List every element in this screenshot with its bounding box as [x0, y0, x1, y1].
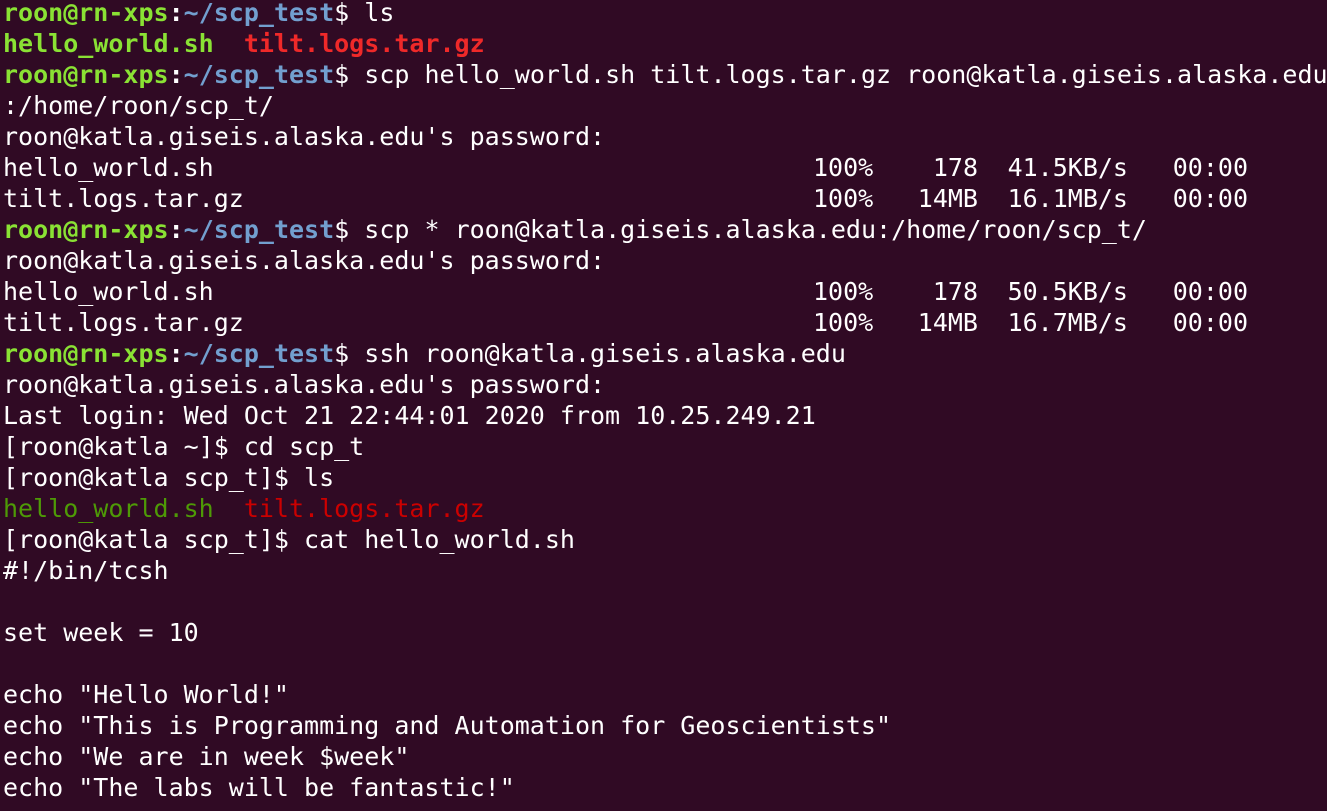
prompt-dollar: $ [334, 60, 350, 89]
prompt-colon: : [168, 215, 184, 244]
prompt-user-host: roon@rn-xps [3, 0, 169, 27]
transfer-rate: 16.1MB/s [1007, 184, 1128, 213]
transfer-time: 00:00 [1172, 308, 1248, 337]
prompt-path: ~/scp_test [183, 339, 335, 368]
prompt-colon: : [168, 339, 184, 368]
file-content-line: echo "This is Programming and Automation… [3, 711, 892, 740]
transfer-size: 14MB [917, 308, 978, 337]
last-login-line: Last login: Wed Oct 21 22:44:01 2020 fro… [3, 401, 816, 430]
prompt-user-host: roon@rn-xps [3, 60, 169, 89]
transfer-rate: 50.5KB/s [1007, 277, 1128, 306]
transfer-size: 178 [932, 277, 978, 306]
file-content-line [3, 586, 1327, 617]
terminal-line-prompt: roon@rn-xps:~/scp_test$ scp hello_world.… [3, 59, 1327, 90]
transfer-line: hello_world.sh 100% 178 50.5KB/s 00:00 [3, 276, 1327, 307]
command-text: scp * roon@katla.giseis.alaska.edu:/home… [349, 215, 1147, 244]
prompt-path: ~/scp_test [183, 215, 335, 244]
transfer-time: 00:00 [1172, 184, 1248, 213]
transfer-rate: 16.7MB/s [1007, 308, 1128, 337]
transfer-percent: 100% [813, 153, 874, 182]
password-prompt: roon@katla.giseis.alaska.edu's password: [3, 122, 621, 151]
command-text: scp hello_world.sh tilt.logs.tar.gz roon… [349, 60, 1327, 89]
password-prompt: roon@katla.giseis.alaska.edu's password: [3, 246, 621, 275]
transfer-percent: 100% [813, 308, 874, 337]
prompt-colon: : [168, 60, 184, 89]
archive-file: tilt.logs.tar.gz [243, 494, 485, 523]
transfer-file: tilt.logs.tar.gz [3, 308, 244, 337]
file-content-line [3, 648, 1327, 679]
separator [214, 29, 244, 58]
remote-prompt-line: [roon@katla scp_t]$ ls [3, 463, 335, 492]
terminal-line-prompt: roon@rn-xps:~/scp_test$ scp * roon@katla… [3, 214, 1327, 245]
prompt-user-host: roon@rn-xps [3, 339, 169, 368]
terminal-line-prompt: roon@rn-xps:~/scp_test$ ssh roon@katla.g… [3, 338, 1327, 369]
command-text: ssh roon@katla.giseis.alaska.edu [349, 339, 846, 368]
file-content-line: echo "We are in week $week" [3, 742, 410, 771]
ls-output: hello_world.sh tilt.logs.tar.gz [3, 493, 1327, 524]
ls-output: hello_world.sh tilt.logs.tar.gz [3, 28, 1327, 59]
prompt-path: ~/scp_test [183, 60, 335, 89]
output-line: :/home/roon/scp_t/ [3, 91, 274, 120]
file-content-line: echo "Hello World!" [3, 680, 289, 709]
file-content-line: #!/bin/tcsh [3, 556, 169, 585]
remote-prompt-line: [roon@katla ~]$ cd scp_t [3, 432, 365, 461]
transfer-rate: 41.5KB/s [1007, 153, 1128, 182]
transfer-time: 00:00 [1172, 277, 1248, 306]
transfer-percent: 100% [813, 184, 874, 213]
terminal-window[interactable]: roon@rn-xps:~/scp_test$ ls hello_world.s… [0, 0, 1327, 811]
password-prompt: roon@katla.giseis.alaska.edu's password: [3, 370, 621, 399]
transfer-percent: 100% [813, 277, 874, 306]
file-content-line: echo "The labs will be fantastic!" [3, 773, 515, 802]
transfer-file: tilt.logs.tar.gz [3, 184, 244, 213]
prompt-dollar: $ [334, 0, 350, 27]
prompt-dollar: $ [334, 339, 350, 368]
transfer-line: tilt.logs.tar.gz 100% 14MB 16.1MB/s 00:00 [3, 183, 1327, 214]
prompt-dollar: $ [334, 215, 350, 244]
separator [214, 494, 244, 523]
executable-file: hello_world.sh [3, 29, 214, 58]
prompt-path: ~/scp_test [183, 0, 335, 27]
transfer-line: tilt.logs.tar.gz 100% 14MB 16.7MB/s 00:00 [3, 307, 1327, 338]
prompt-colon: : [168, 0, 184, 27]
remote-prompt-line: [roon@katla scp_t]$ cat hello_world.sh [3, 525, 575, 554]
command-text: ls [349, 0, 395, 27]
transfer-file: hello_world.sh [3, 277, 214, 306]
transfer-size: 178 [932, 153, 978, 182]
file-content-line: set week = 10 [3, 618, 199, 647]
archive-file: tilt.logs.tar.gz [243, 29, 485, 58]
executable-file: hello_world.sh [3, 494, 214, 523]
prompt-user-host: roon@rn-xps [3, 215, 169, 244]
terminal-line-prompt: roon@rn-xps:~/scp_test$ ls [3, 0, 1327, 28]
transfer-file: hello_world.sh [3, 153, 214, 182]
transfer-time: 00:00 [1172, 153, 1248, 182]
transfer-line: hello_world.sh 100% 178 41.5KB/s 00:00 [3, 152, 1327, 183]
transfer-size: 14MB [917, 184, 978, 213]
